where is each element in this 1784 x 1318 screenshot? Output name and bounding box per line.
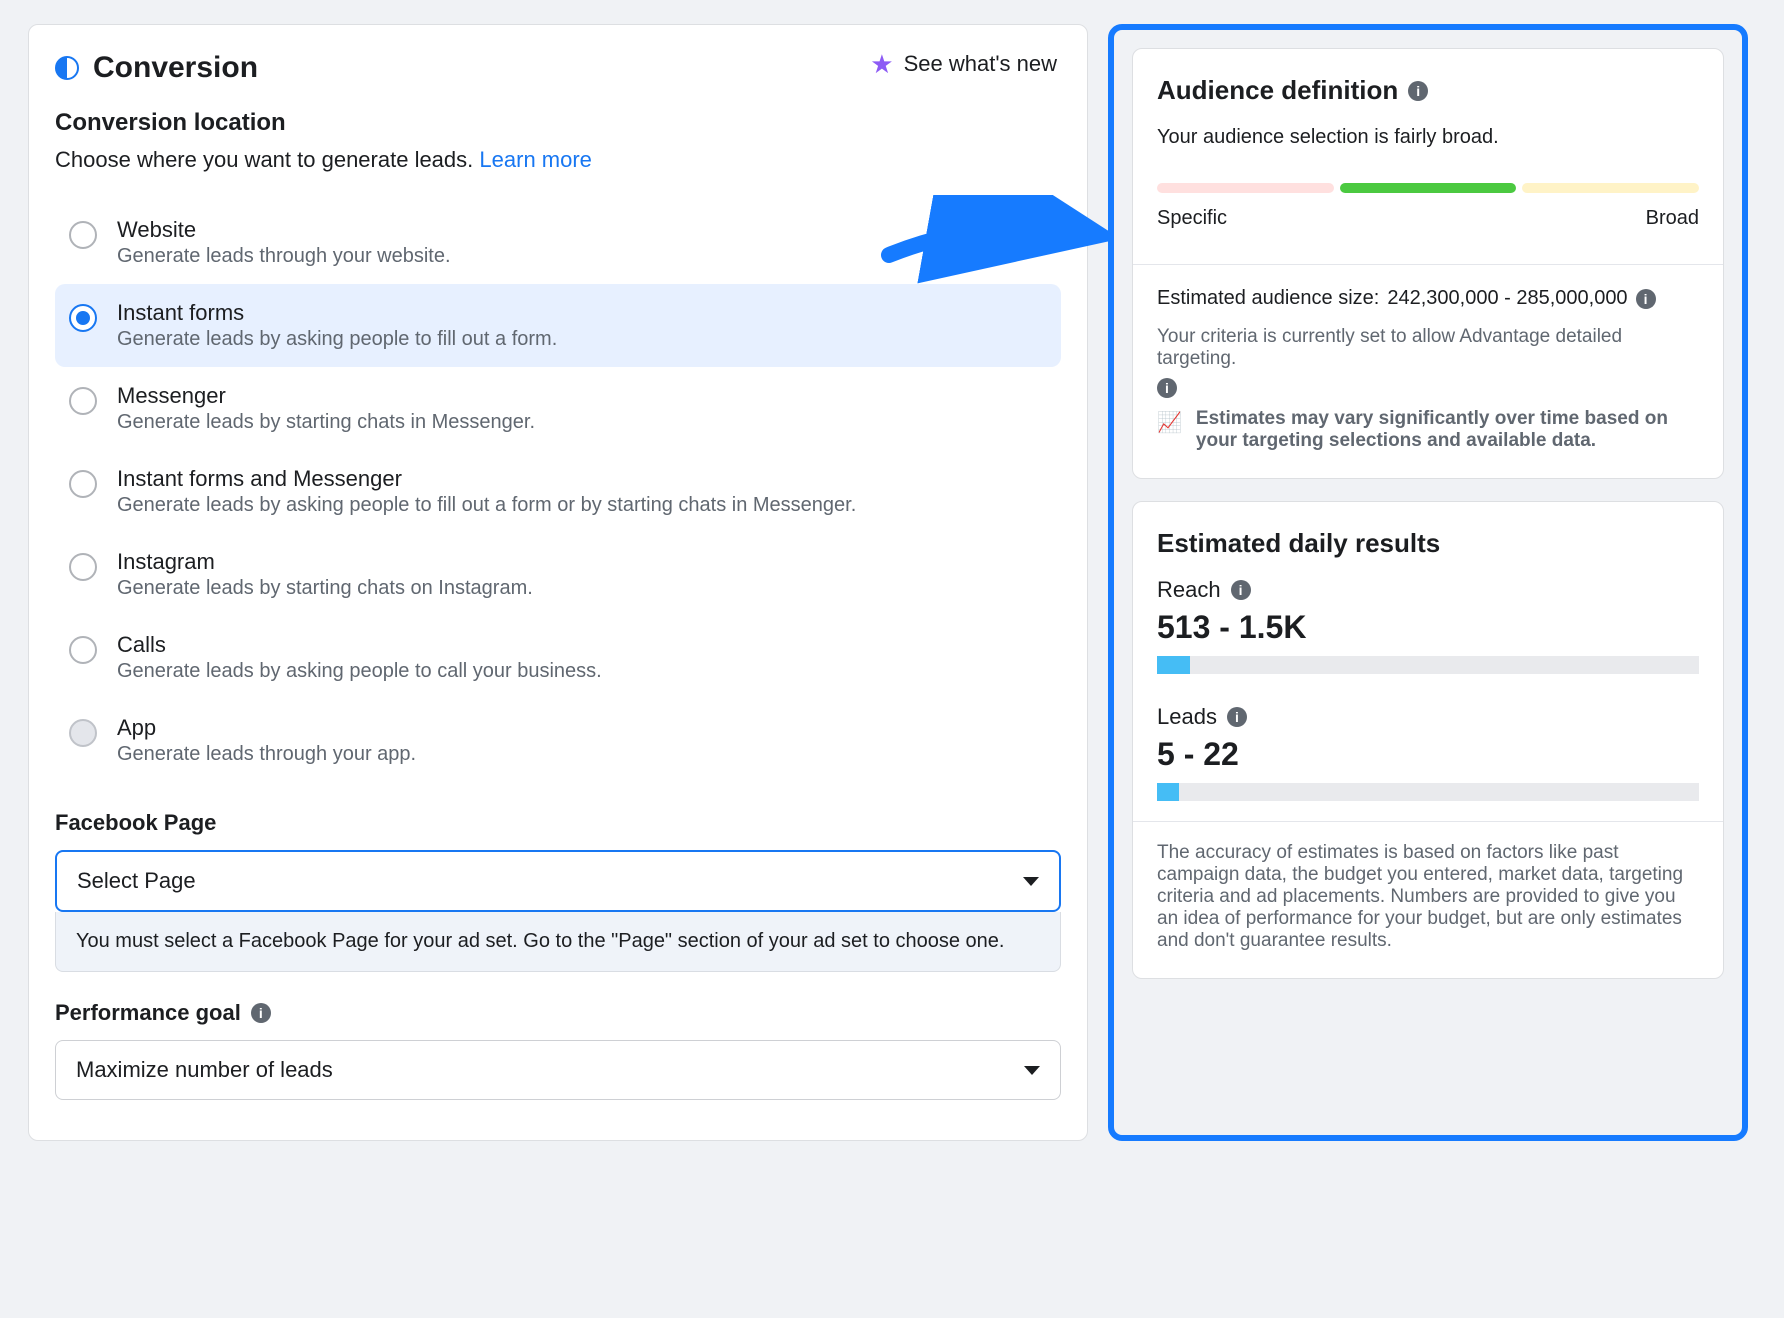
radio-option-website[interactable]: WebsiteGenerate leads through your websi… bbox=[55, 201, 1061, 284]
radio-subtitle: Generate leads by asking people to fill … bbox=[117, 494, 856, 517]
radio-icon bbox=[69, 636, 97, 664]
audience-criteria-text: Your criteria is currently set to allow … bbox=[1157, 326, 1699, 398]
performance-goal-value: Maximize number of leads bbox=[76, 1057, 333, 1083]
audience-variance-note: 📈 Estimates may vary significantly over … bbox=[1157, 408, 1699, 452]
radio-subtitle: Generate leads by asking people to fill … bbox=[117, 328, 557, 351]
divider bbox=[1133, 264, 1723, 265]
radio-title: Messenger bbox=[117, 383, 535, 409]
radio-option-calls[interactable]: CallsGenerate leads by asking people to … bbox=[55, 616, 1061, 699]
info-icon[interactable]: i bbox=[1636, 289, 1656, 309]
chevron-down-icon bbox=[1023, 877, 1039, 886]
performance-goal-label: Performance goal i bbox=[55, 1000, 1061, 1026]
radio-icon bbox=[69, 304, 97, 332]
gauge-segment-specific bbox=[1157, 183, 1334, 193]
facebook-page-select[interactable]: Select Page bbox=[55, 850, 1061, 912]
radio-subtitle: Generate leads by starting chats in Mess… bbox=[117, 411, 535, 434]
performance-goal-select[interactable]: Maximize number of leads bbox=[55, 1040, 1061, 1100]
reach-bar bbox=[1157, 656, 1699, 674]
info-icon[interactable]: i bbox=[1227, 707, 1247, 727]
radio-icon bbox=[69, 387, 97, 415]
learn-more-link[interactable]: Learn more bbox=[479, 147, 592, 172]
radio-option-messenger[interactable]: MessengerGenerate leads by starting chat… bbox=[55, 367, 1061, 450]
gauge-segment-mid bbox=[1340, 183, 1517, 193]
radio-icon bbox=[69, 719, 97, 747]
chart-icon: 📈 bbox=[1157, 410, 1182, 452]
facebook-page-notice: You must select a Facebook Page for your… bbox=[55, 912, 1061, 972]
radio-icon bbox=[69, 553, 97, 581]
gauge-label-broad: Broad bbox=[1646, 207, 1699, 230]
reach-label: Reach i bbox=[1157, 577, 1699, 603]
audience-summary: Your audience selection is fairly broad. bbox=[1157, 126, 1699, 149]
radio-option-instant-forms[interactable]: Instant formsGenerate leads by asking pe… bbox=[55, 284, 1061, 367]
leads-value: 5 - 22 bbox=[1157, 736, 1699, 773]
audience-definition-heading: Audience definition i bbox=[1157, 75, 1699, 106]
gauge-segment-broad bbox=[1522, 183, 1699, 193]
radio-subtitle: Generate leads through your app. bbox=[117, 743, 416, 766]
radio-title: Instant forms bbox=[117, 300, 557, 326]
leads-bar-fill bbox=[1157, 783, 1179, 801]
radio-subtitle: Generate leads by asking people to call … bbox=[117, 660, 602, 683]
daily-results-footer: The accuracy of estimates is based on fa… bbox=[1133, 821, 1723, 952]
gauge-label-specific: Specific bbox=[1157, 207, 1227, 230]
info-icon[interactable]: i bbox=[251, 1003, 271, 1023]
radio-title: Instagram bbox=[117, 549, 533, 575]
radio-icon bbox=[69, 221, 97, 249]
estimated-audience-size: Estimated audience size: 242,300,000 - 2… bbox=[1157, 287, 1699, 310]
section-title-text: Conversion bbox=[93, 51, 258, 85]
radio-title: Calls bbox=[117, 632, 602, 658]
facebook-page-placeholder: Select Page bbox=[77, 868, 196, 894]
reach-value: 513 - 1.5K bbox=[1157, 609, 1699, 646]
info-icon[interactable]: i bbox=[1231, 580, 1251, 600]
radio-title: Website bbox=[117, 217, 451, 243]
radio-subtitle: Generate leads through your website. bbox=[117, 245, 451, 268]
radio-title: App bbox=[117, 715, 416, 741]
conversion-card: Conversion ★ See what's new Conversion l… bbox=[28, 24, 1088, 1141]
facebook-page-label: Facebook Page bbox=[55, 810, 1061, 836]
whats-new-button[interactable]: ★ See what's new bbox=[870, 51, 1057, 77]
radio-subtitle: Generate leads by starting chats on Inst… bbox=[117, 577, 533, 600]
radio-option-instagram[interactable]: InstagramGenerate leads by starting chat… bbox=[55, 533, 1061, 616]
radio-option-app[interactable]: AppGenerate leads through your app. bbox=[55, 699, 1061, 782]
leads-bar bbox=[1157, 783, 1699, 801]
reach-bar-fill bbox=[1157, 656, 1190, 674]
conversion-icon bbox=[55, 56, 79, 80]
daily-results-heading: Estimated daily results bbox=[1157, 528, 1699, 559]
chevron-down-icon bbox=[1024, 1066, 1040, 1075]
audience-gauge bbox=[1157, 183, 1699, 193]
conversion-location-heading: Conversion location bbox=[55, 109, 1061, 137]
radio-option-instant-forms-and-messenger[interactable]: Instant forms and MessengerGenerate lead… bbox=[55, 450, 1061, 533]
gauge-labels: Specific Broad bbox=[1157, 207, 1699, 230]
radio-icon bbox=[69, 470, 97, 498]
radio-title: Instant forms and Messenger bbox=[117, 466, 856, 492]
info-icon[interactable]: i bbox=[1157, 378, 1177, 398]
conversion-location-options: WebsiteGenerate leads through your websi… bbox=[55, 201, 1061, 782]
star-icon: ★ bbox=[870, 51, 893, 77]
whats-new-label: See what's new bbox=[904, 51, 1057, 77]
audience-definition-card: Audience definition i Your audience sele… bbox=[1132, 48, 1724, 479]
estimates-panel: Audience definition i Your audience sele… bbox=[1108, 24, 1748, 1141]
daily-results-card: Estimated daily results Reach i 513 - 1.… bbox=[1132, 501, 1724, 979]
conversion-location-description: Choose where you want to generate leads.… bbox=[55, 147, 1061, 173]
leads-label: Leads i bbox=[1157, 704, 1699, 730]
info-icon[interactable]: i bbox=[1408, 81, 1428, 101]
